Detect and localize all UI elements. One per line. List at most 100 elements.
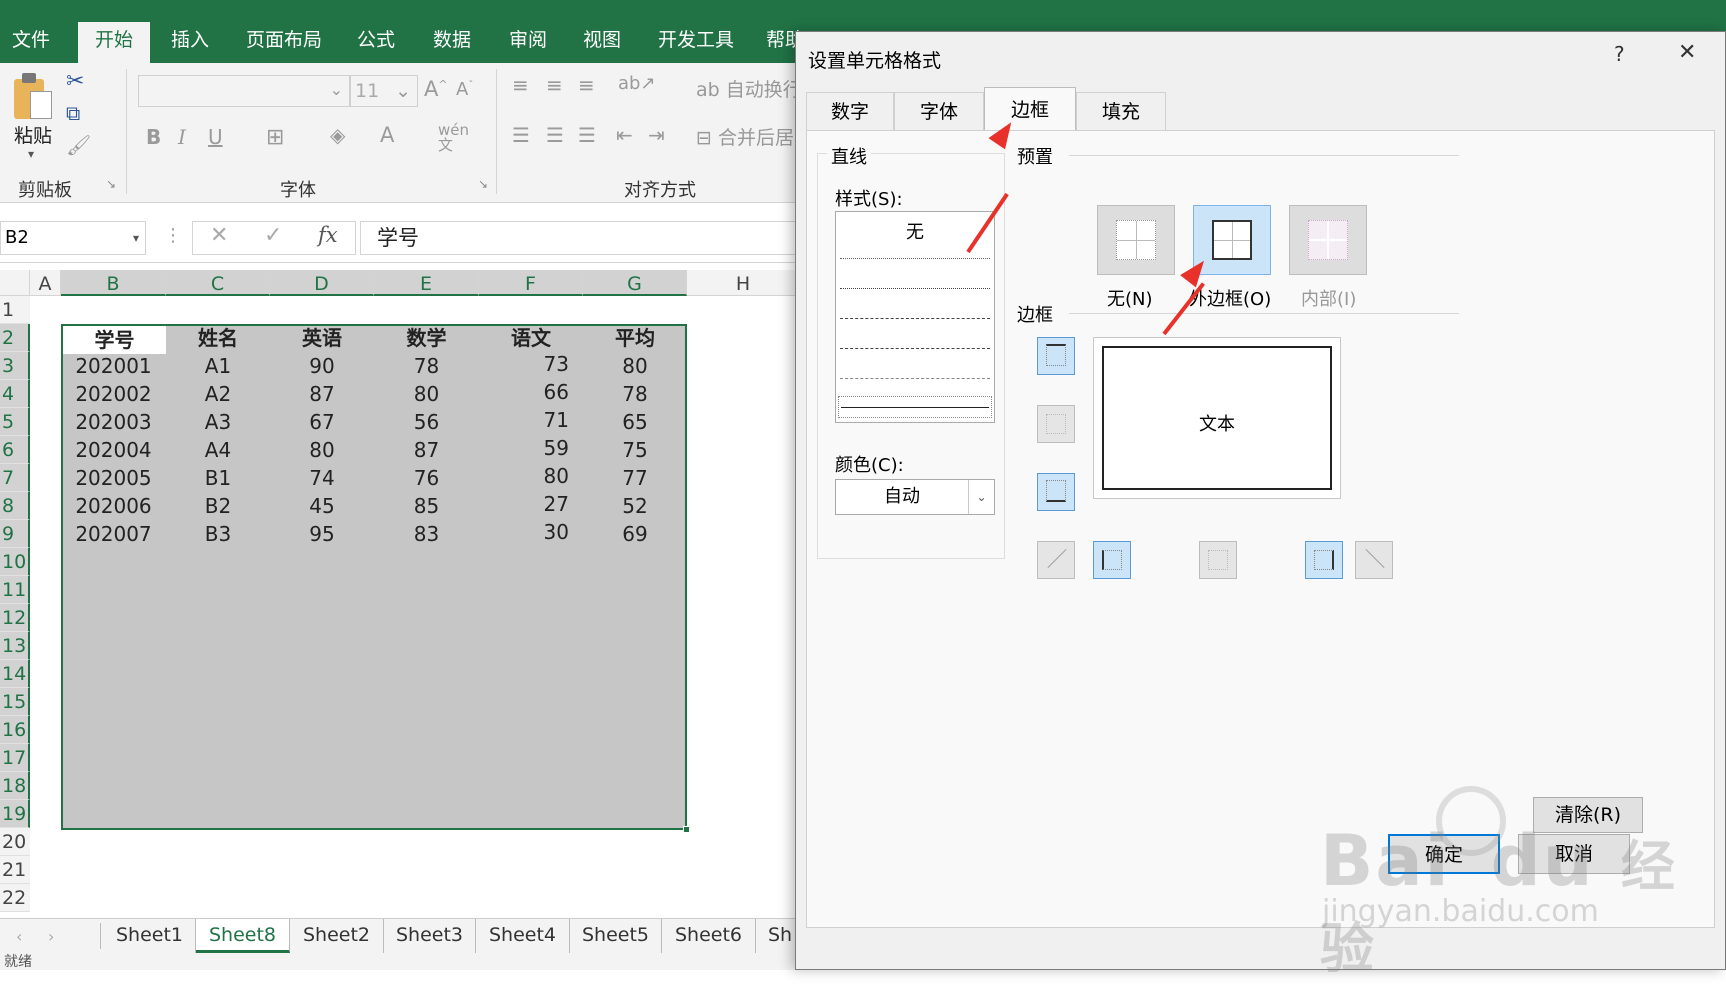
tab-number[interactable]: 数字 <box>806 92 894 130</box>
table-cell[interactable]: A1 <box>166 352 270 380</box>
decrease-font-icon[interactable]: Aˇ <box>456 79 473 100</box>
tab-page-layout[interactable]: 页面布局 <box>236 22 332 63</box>
scroll-left-icon[interactable]: ‹ <box>16 927 22 946</box>
row-header[interactable]: 8 <box>0 492 30 520</box>
table-cell[interactable]: 83 <box>374 520 479 548</box>
column-header[interactable]: A <box>30 270 61 296</box>
column-header[interactable]: D <box>270 270 374 296</box>
row-header[interactable]: 7 <box>0 464 30 492</box>
sheet-tab[interactable]: Sheet4 <box>476 919 570 953</box>
decrease-indent-icon[interactable]: ⇤ <box>616 123 633 147</box>
italic-button[interactable]: I <box>178 125 186 149</box>
table-cell[interactable]: 202003 <box>61 408 166 436</box>
worksheet-grid[interactable]: A B C D E F G H 1 2 3 4 5 6 7 8 9 10 11 12 13 14 15 16 1… <box>0 270 800 920</box>
table-header-cell[interactable]: 平均 <box>583 324 687 352</box>
table-header-cell[interactable]: 学号 <box>63 326 166 354</box>
column-header[interactable]: B <box>61 270 166 296</box>
align-right-icon[interactable]: ☰ <box>578 123 596 147</box>
border-bottom-button[interactable] <box>1037 473 1075 511</box>
preset-none-button[interactable] <box>1097 205 1175 275</box>
line-style-selected[interactable] <box>838 396 992 418</box>
sheet-tab[interactable]: Sheet5 <box>570 919 662 953</box>
table-cell[interactable]: 90 <box>270 352 374 380</box>
tab-home[interactable]: 开始 <box>78 22 150 63</box>
row-header[interactable]: 9 <box>0 520 30 548</box>
row-header[interactable]: 12 <box>0 604 30 632</box>
table-cell[interactable]: 80 <box>374 380 479 408</box>
align-middle-icon[interactable]: ≡ <box>546 73 563 97</box>
preset-inside-button[interactable] <box>1289 205 1367 275</box>
row-header[interactable]: 10 <box>0 548 30 576</box>
table-cell[interactable]: 66 <box>479 378 583 406</box>
table-cell[interactable]: 202004 <box>61 436 166 464</box>
wrap-text-button[interactable]: ab 自动换行 <box>696 75 802 102</box>
border-preview[interactable]: 文本 <box>1093 337 1341 499</box>
table-cell[interactable]: B3 <box>166 520 270 548</box>
column-header[interactable]: F <box>479 270 583 296</box>
tab-file[interactable]: 文件 <box>0 22 62 63</box>
border-right-button[interactable] <box>1305 541 1343 579</box>
table-header-cell[interactable]: 英语 <box>270 324 374 352</box>
font-color-icon[interactable]: A <box>380 123 394 147</box>
row-header[interactable]: 22 <box>0 884 30 912</box>
table-cell[interactable]: 73 <box>479 350 583 378</box>
row-header[interactable]: 2 <box>0 324 30 352</box>
border-left-button[interactable] <box>1093 541 1131 579</box>
color-select[interactable]: 自动 ⌄ <box>835 479 995 515</box>
table-cell[interactable]: 95 <box>270 520 374 548</box>
table-cell[interactable]: 75 <box>583 436 687 464</box>
paste-label[interactable]: 粘贴 <box>14 121 52 148</box>
sheet-tab[interactable]: Sheet3 <box>384 919 476 953</box>
table-header-cell[interactable]: 语文 <box>479 324 583 352</box>
table-cell[interactable]: 76 <box>374 464 479 492</box>
tab-developer[interactable]: 开发工具 <box>646 22 746 63</box>
fill-handle[interactable] <box>683 826 690 833</box>
format-painter-icon[interactable]: 🖌 <box>66 133 91 157</box>
border-inside-horizontal-button[interactable] <box>1037 405 1075 443</box>
table-cell[interactable]: 202001 <box>61 352 166 380</box>
formula-input[interactable]: 学号 <box>360 221 800 255</box>
line-style-none[interactable]: 无 <box>836 218 994 244</box>
column-header[interactable]: C <box>166 270 270 296</box>
tab-data[interactable]: 数据 <box>420 22 484 63</box>
table-cell[interactable]: 80 <box>479 462 583 490</box>
copy-icon[interactable]: ⧉ <box>66 101 80 125</box>
border-top-button[interactable] <box>1037 337 1075 375</box>
row-header[interactable]: 19 <box>0 800 30 828</box>
row-header[interactable]: 16 <box>0 716 30 744</box>
table-header-cell[interactable]: 姓名 <box>166 324 270 352</box>
row-header[interactable]: 14 <box>0 660 30 688</box>
tab-view[interactable]: 视图 <box>570 22 634 63</box>
row-header[interactable]: 11 <box>0 576 30 604</box>
line-style-option[interactable] <box>840 288 990 289</box>
row-header[interactable]: 4 <box>0 380 30 408</box>
table-cell[interactable]: A3 <box>166 408 270 436</box>
help-button[interactable]: ? <box>1614 42 1625 66</box>
table-cell[interactable]: 80 <box>270 436 374 464</box>
font-name-select[interactable]: ⌄ <box>138 75 350 107</box>
border-diagonal-down-button[interactable] <box>1355 541 1393 579</box>
border-diagonal-up-button[interactable] <box>1037 541 1075 579</box>
insert-function-button[interactable]: fx <box>318 223 338 247</box>
sheet-tab[interactable]: Sheet2 <box>290 919 384 953</box>
select-all-corner[interactable] <box>0 270 30 296</box>
table-cell[interactable]: 74 <box>270 464 374 492</box>
row-header[interactable]: 5 <box>0 408 30 436</box>
table-cell[interactable]: 202005 <box>61 464 166 492</box>
scroll-right-icon[interactable]: › <box>48 927 54 946</box>
sheet-tab[interactable]: Sheet1 <box>104 919 196 953</box>
row-header[interactable]: 20 <box>0 828 30 856</box>
align-bottom-icon[interactable]: ≡ <box>578 73 595 97</box>
sheet-tab[interactable]: Sh <box>756 919 800 953</box>
close-button[interactable]: ✕ <box>1678 40 1696 65</box>
line-style-option[interactable] <box>840 318 990 319</box>
table-cell[interactable]: 80 <box>583 352 687 380</box>
clipboard-launcher-icon[interactable]: ↘ <box>106 177 116 191</box>
table-cell[interactable]: 65 <box>583 408 687 436</box>
tab-fill[interactable]: 填充 <box>1076 92 1166 130</box>
line-style-option[interactable] <box>840 378 990 379</box>
tab-formulas[interactable]: 公式 <box>344 22 408 63</box>
align-left-icon[interactable]: ☰ <box>512 123 530 147</box>
table-header-cell[interactable]: 数学 <box>374 324 479 352</box>
table-cell[interactable]: 52 <box>583 492 687 520</box>
